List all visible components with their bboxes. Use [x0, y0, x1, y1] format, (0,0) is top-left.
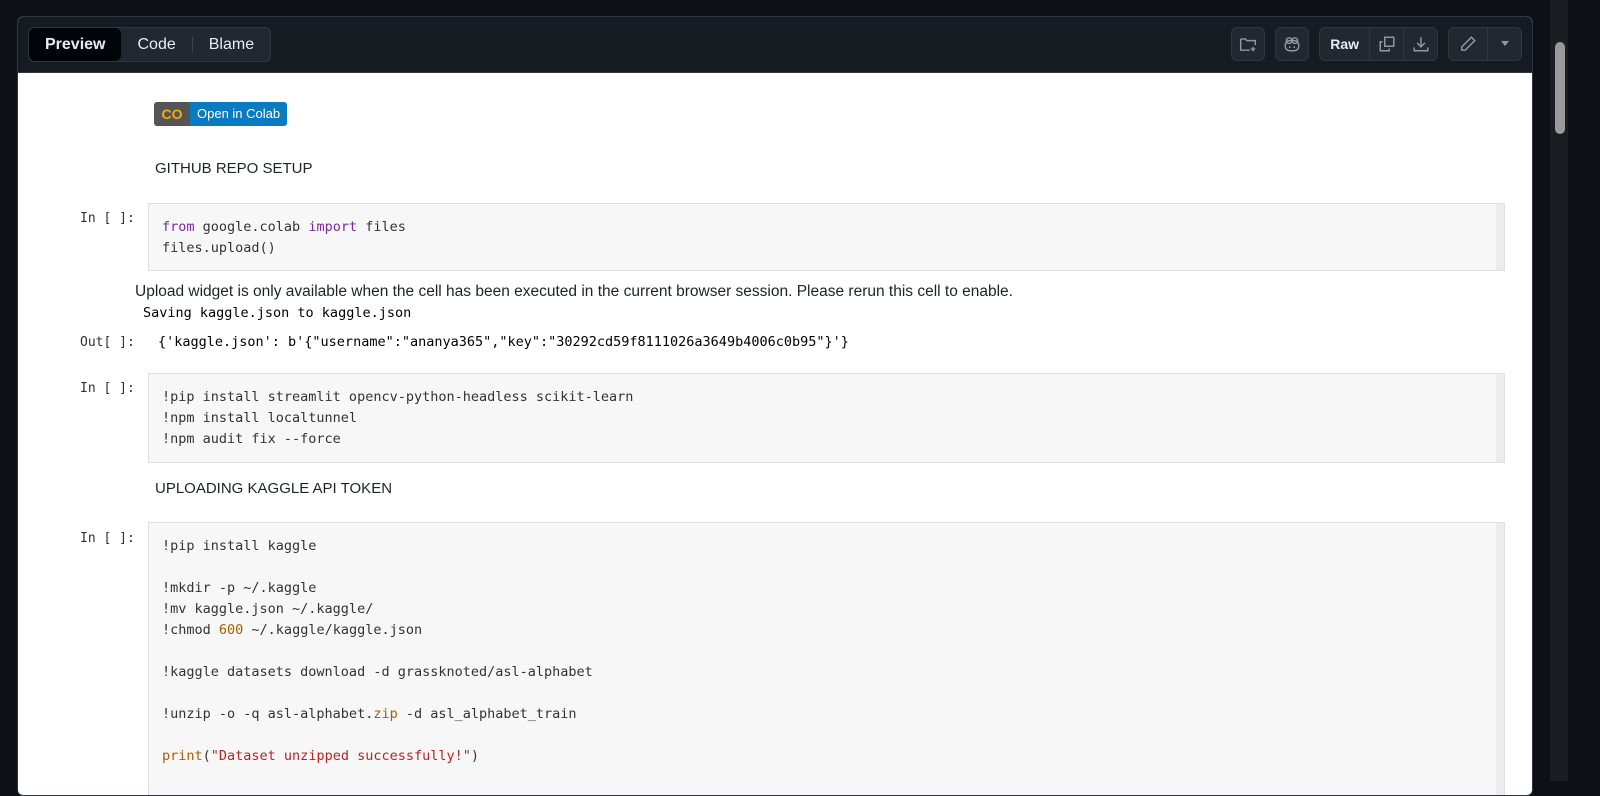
folder-sparkle-icon — [1240, 38, 1257, 52]
edit-group — [1448, 27, 1522, 61]
file-viewer: Preview Code Blame Raw CO Open in Colab … — [17, 16, 1533, 796]
tab-preview[interactable]: Preview — [29, 28, 122, 61]
code-line: !unzip -o -q asl-alphabet.zip -d asl_alp… — [162, 704, 1491, 725]
copy-icon — [1379, 36, 1394, 52]
scrollbar-thumb[interactable] — [1555, 42, 1565, 134]
code-token: !pip install kaggle — [162, 538, 317, 554]
code-token: import — [308, 219, 358, 235]
code-line: files.upload() — [162, 238, 1491, 259]
copilot-icon — [1284, 37, 1300, 52]
code-token: print — [162, 748, 203, 764]
markdown-heading: GITHUB REPO SETUP — [155, 160, 313, 177]
code-token: zip — [373, 706, 398, 722]
code-line: !npm install localtunnel — [162, 408, 1491, 429]
badge-label: Open in Colab — [190, 102, 288, 126]
copilot-button[interactable] — [1275, 27, 1310, 61]
output-prompt: Out[ ]: — [80, 335, 135, 350]
chevron-down-icon — [1500, 41, 1509, 46]
code-token: -d asl_alphabet_train — [397, 706, 577, 722]
code-token: "Dataset unzipped successfully!" — [210, 748, 471, 764]
code-line: !npm audit fix --force — [162, 429, 1491, 450]
code-token: ( — [202, 748, 211, 764]
code-token: ) — [470, 748, 480, 764]
code-cell[interactable]: !pip install kaggle !mkdir -p ~/.kaggle !m… — [148, 522, 1505, 795]
raw-group: Raw — [1319, 27, 1438, 61]
notebook-preview: CO Open in Colab GITHUB REPO SETUP In [ … — [18, 73, 1532, 795]
output-text: Upload widget is only available when the… — [135, 283, 1013, 300]
pencil-icon — [1461, 36, 1476, 51]
input-prompt: In [ ]: — [80, 211, 135, 226]
code-line: !mkdir -p ~/.kaggle — [162, 578, 1491, 599]
code-line: !chmod 600 ~/.kaggle/kaggle.json — [162, 620, 1491, 641]
code-cell[interactable]: from google.colab import files files.uplo… — [148, 203, 1505, 271]
code-line: print("Dataset unzipped successfully!") — [162, 746, 1491, 767]
code-line: !pip install streamlit opencv-python-hea… — [162, 387, 1491, 408]
code-token: files — [357, 219, 406, 235]
input-prompt: In [ ]: — [80, 531, 135, 546]
code-token: !mkdir -p ~/.kaggle — [162, 580, 317, 596]
code-line: !kaggle datasets download -d grassknoted… — [162, 662, 1491, 683]
output-stream: Saving kaggle.json to kaggle.json — [143, 305, 412, 321]
output-result: {'kaggle.json': b'{"username":"ananya365… — [158, 334, 849, 350]
view-switcher: Preview Code Blame — [28, 27, 272, 62]
file-header: Preview Code Blame Raw — [18, 17, 1532, 73]
file-toolbar: Raw — [1231, 27, 1522, 61]
edit-button[interactable] — [1449, 28, 1487, 60]
code-token: !npm install localtunnel — [162, 410, 358, 426]
markdown-heading: UPLOADING KAGGLE API TOKEN — [155, 480, 393, 497]
code-token: !kaggle datasets download -d grassknoted… — [162, 664, 593, 680]
code-token: !chmod — [162, 622, 219, 638]
code-line: from google.colab import files — [162, 217, 1491, 238]
copy-button[interactable] — [1369, 28, 1403, 60]
code-line: !pip install kaggle — [162, 536, 1491, 557]
code-token: ~/.kaggle/kaggle.json — [243, 622, 423, 638]
code-token: !mv kaggle.json ~/.kaggle/ — [162, 601, 374, 617]
code-cell[interactable]: !pip install streamlit opencv-python-hea… — [148, 373, 1505, 463]
input-prompt: In [ ]: — [80, 381, 135, 396]
code-token: !npm audit fix --force — [162, 431, 341, 447]
download-button[interactable] — [1403, 28, 1437, 60]
raw-button[interactable]: Raw — [1320, 28, 1369, 60]
download-icon — [1413, 37, 1428, 52]
code-line: !mv kaggle.json ~/.kaggle/ — [162, 599, 1491, 620]
more-edit-options-button[interactable] — [1487, 28, 1521, 60]
colab-logo: CO — [154, 102, 190, 126]
open-in-colab-badge[interactable]: CO Open in Colab — [154, 102, 288, 126]
code-token: 600 — [218, 622, 244, 638]
code-token: from — [162, 219, 195, 235]
code-token: google.colab — [194, 219, 309, 235]
code-token: !pip install streamlit opencv-python-hea… — [162, 389, 634, 405]
code-token: files.upload() — [162, 240, 276, 256]
tab-blame[interactable]: Blame — [193, 28, 270, 61]
add-to-folder-button[interactable] — [1231, 27, 1266, 61]
code-token: !unzip -o -q asl-alphabet. — [162, 706, 374, 722]
tab-code[interactable]: Code — [121, 28, 191, 61]
